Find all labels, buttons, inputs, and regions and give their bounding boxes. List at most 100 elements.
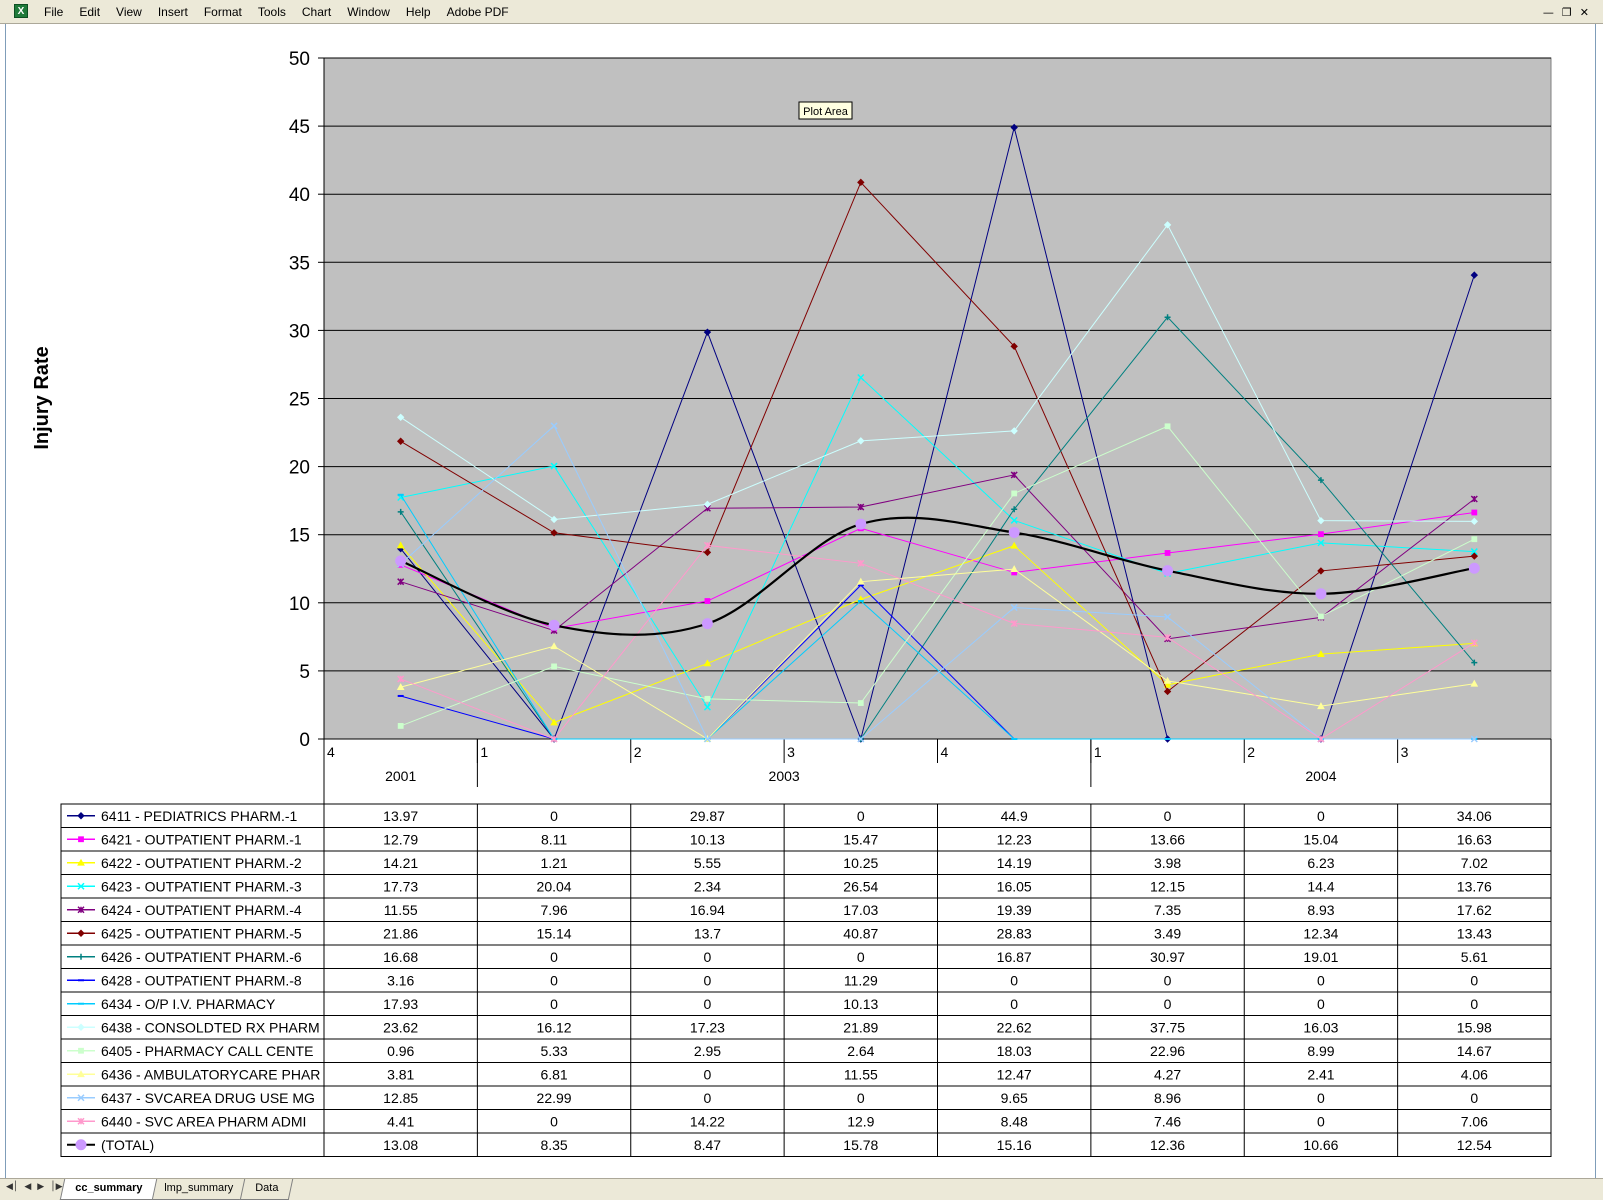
menu-list: File Edit View Insert Format Tools Chart Window…	[36, 0, 517, 24]
series-point[interactable]	[1162, 565, 1174, 577]
table-cell: 3.98	[1154, 855, 1181, 871]
menu-edit[interactable]: Edit	[71, 0, 108, 24]
first-sheet-icon[interactable]: ◀│	[6, 1182, 18, 1192]
table-cell: 14.4	[1307, 878, 1334, 894]
series-point[interactable]	[855, 518, 867, 530]
menu-view[interactable]: View	[108, 0, 150, 24]
table-cell: 7.35	[1154, 902, 1181, 918]
table-cell: 0	[1317, 808, 1325, 824]
y-tick-label: 0	[299, 730, 310, 751]
series-point[interactable]	[1164, 550, 1171, 556]
sheet-tab-data[interactable]: Data	[240, 1179, 294, 1200]
table-cell: 15.04	[1303, 831, 1338, 847]
menu-help[interactable]: Help	[398, 0, 439, 24]
menu-format[interactable]: Format	[196, 0, 250, 24]
table-cell: 21.89	[843, 1019, 878, 1035]
series-point[interactable]	[1318, 531, 1324, 538]
next-sheet-icon[interactable]: ▶	[37, 1182, 44, 1192]
legend-key-marker	[78, 836, 84, 843]
table-cell: 18.03	[997, 1043, 1032, 1059]
table-cell: 12.23	[997, 831, 1032, 847]
y-tick-label: 10	[289, 594, 310, 615]
tooltip-text: Plot Area	[803, 106, 849, 118]
sheet-tab-lmp-summary[interactable]: lmp_summary	[149, 1179, 249, 1200]
legend-key-marker	[75, 1139, 87, 1151]
y-tick-label: 25	[289, 390, 310, 411]
table-cell: 23.62	[383, 1019, 418, 1035]
series-point[interactable]	[551, 663, 557, 670]
x-year-label: 2001	[385, 768, 416, 784]
series-point[interactable]	[704, 598, 711, 604]
series-point[interactable]	[1008, 527, 1020, 539]
series-point[interactable]	[1471, 536, 1478, 543]
restore-icon[interactable]: ❐	[1562, 6, 1572, 19]
x-quarter-label: 1	[480, 744, 488, 760]
table-cell: 22.62	[997, 1019, 1032, 1035]
series-point[interactable]	[1318, 613, 1324, 620]
series-point[interactable]	[701, 618, 713, 630]
table-cell: 8.96	[1154, 1090, 1181, 1106]
table-cell: 4.27	[1154, 1066, 1181, 1082]
series-point[interactable]	[1011, 490, 1018, 497]
table-cell: 15.47	[843, 831, 878, 847]
table-cell: 15.16	[997, 1137, 1032, 1153]
minimize-icon[interactable]: —	[1543, 6, 1554, 19]
table-cell: 21.86	[383, 925, 418, 941]
table-row-label: 6426 - OUTPATIENT PHARM.-6	[101, 949, 302, 965]
y-tick-label: 20	[289, 458, 310, 479]
sheet-tab-cc-summary[interactable]: cc_summary	[59, 1179, 158, 1200]
table-row-label: 6424 - OUTPATIENT PHARM.-4	[101, 902, 302, 918]
table-cell: 13.7	[694, 925, 721, 941]
table-cell: 17.23	[690, 1019, 725, 1035]
series-point[interactable]	[397, 723, 404, 729]
menu-insert[interactable]: Insert	[150, 0, 196, 24]
table-cell: 8.35	[540, 1137, 567, 1153]
prev-sheet-icon[interactable]: ◀	[24, 1182, 31, 1192]
table-cell: 2.95	[694, 1043, 721, 1059]
table-cell: 28.83	[997, 925, 1032, 941]
sheet-tab-label: cc_summary	[75, 1182, 143, 1194]
table-cell: 17.03	[843, 902, 878, 918]
injury-rate-chart[interactable]: 0 5 10 15 20 25 30 35 40 45 50 Injury Rate 4 1 2 3 4 1 2 3 2…	[6, 24, 1595, 1178]
series-point[interactable]	[395, 555, 407, 567]
table-row-label: 6440 - SVC AREA PHARM ADMI	[101, 1113, 306, 1129]
table-cell: 0	[1164, 808, 1172, 824]
excel-icon[interactable]: X	[14, 4, 28, 18]
table-cell: 12.85	[383, 1090, 418, 1106]
menu-chart[interactable]: Chart	[294, 0, 339, 24]
table-cell: 8.93	[1307, 902, 1334, 918]
table-cell: 0.96	[387, 1043, 414, 1059]
series-point[interactable]	[857, 700, 864, 706]
table-cell: 10.25	[843, 855, 878, 871]
menu-file[interactable]: File	[36, 0, 71, 24]
y-tick-label: 35	[289, 253, 310, 274]
series-point[interactable]	[1468, 562, 1480, 574]
table-cell: 12.15	[1150, 878, 1185, 894]
table-cell: 30.97	[1150, 949, 1185, 965]
series-point[interactable]	[704, 695, 711, 702]
table-cell: 0	[1470, 972, 1478, 988]
series-point[interactable]	[1315, 588, 1327, 600]
table-cell: 0	[550, 949, 558, 965]
table-cell: 5.55	[694, 855, 721, 871]
series-point[interactable]	[1164, 423, 1171, 430]
table-cell: 0	[704, 1090, 712, 1106]
table-row-label: 6425 - OUTPATIENT PHARM.-5	[101, 925, 302, 941]
table-cell: 16.68	[383, 949, 418, 965]
table-cell: 12.79	[383, 831, 418, 847]
menu-window[interactable]: Window	[339, 0, 398, 24]
table-cell: 0	[1164, 972, 1172, 988]
y-tick-label: 5	[299, 662, 310, 683]
menu-tools[interactable]: Tools	[250, 0, 294, 24]
table-cell: 40.87	[843, 925, 878, 941]
x-quarter-label: 4	[941, 744, 949, 760]
series-point[interactable]	[1471, 509, 1478, 516]
table-cell: 16.94	[690, 902, 725, 918]
close-icon[interactable]: ✕	[1580, 6, 1589, 19]
menu-adobe-pdf[interactable]: Adobe PDF	[439, 0, 517, 24]
table-cell: 22.99	[537, 1090, 572, 1106]
sheet-tab-bar: ◀│ ◀ ▶ │▶ cc_summary lmp_summary Data	[0, 1178, 1603, 1200]
y-tick-label: 45	[289, 117, 310, 138]
table-row-label: 6423 - OUTPATIENT PHARM.-3	[101, 878, 302, 894]
series-point[interactable]	[548, 619, 560, 631]
